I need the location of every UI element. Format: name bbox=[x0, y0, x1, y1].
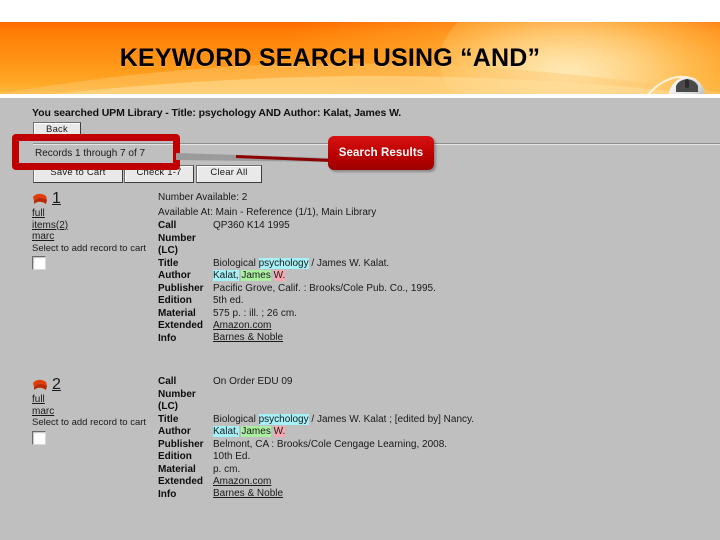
field-call-number-lc: Call Number (LC) QP360 K14 1995 bbox=[158, 220, 698, 258]
field-value: Amazon.com Barnes & Noble bbox=[213, 476, 698, 499]
field-label: Publisher bbox=[158, 438, 204, 450]
keyword-highlight-author-initial: W. bbox=[273, 426, 286, 437]
field-publisher: Publisher Belmont, CA : Brooks/Cole Cenga… bbox=[158, 439, 698, 452]
keyword-highlight-author-initial: W. bbox=[273, 270, 286, 281]
field-value: Amazon.com Barnes & Noble bbox=[213, 320, 698, 343]
title-text-post: / James W. Kalat ; [edited by] Nancy. bbox=[308, 413, 475, 425]
extended-info-barnes-link[interactable]: Barnes & Noble bbox=[213, 332, 283, 343]
field-author: Author Kalat, James W. bbox=[158, 426, 698, 439]
book-icon bbox=[33, 193, 47, 204]
field-label: Material bbox=[158, 463, 196, 475]
field-author: Author Kalat, James W. bbox=[158, 270, 698, 283]
field-label: Call Number (LC) bbox=[158, 220, 196, 256]
clear-all-button[interactable]: Clear All bbox=[196, 165, 262, 183]
keyword-highlight-author-first: James bbox=[241, 270, 271, 281]
keyword-highlight-author-first: James bbox=[241, 426, 271, 437]
field-value: p. cm. bbox=[213, 463, 241, 475]
field-edition: Edition 5th ed. bbox=[158, 295, 698, 308]
field-title: Title Biological psychology / James W. Ka… bbox=[158, 413, 698, 427]
record-link-full[interactable]: full bbox=[32, 394, 164, 406]
select-to-add-label: Select to add record to cart bbox=[32, 417, 147, 428]
search-summary: You searched UPM Library - Title: psycho… bbox=[32, 107, 402, 119]
field-label: Title bbox=[158, 257, 179, 269]
record-link-full[interactable]: full bbox=[32, 208, 164, 220]
field-extended-info: Extended Info Amazon.com Barnes & Noble bbox=[158, 476, 698, 501]
field-label: Author bbox=[158, 270, 191, 281]
extended-info-barnes-link[interactable]: Barnes & Noble bbox=[213, 488, 283, 499]
page-title: KEYWORD SEARCH USING “AND” bbox=[119, 43, 541, 72]
field-publisher: Publisher Pacific Grove, Calif. : Brooks/… bbox=[158, 283, 698, 296]
field-label: Extended Info bbox=[158, 476, 204, 500]
title-text-post: / James W. Kalat. bbox=[308, 257, 390, 269]
record-link-items-2-[interactable]: items(2) bbox=[32, 220, 164, 232]
field-label: Extended Info bbox=[158, 320, 204, 344]
field-value: 575 p. : ill. ; 26 cm. bbox=[213, 307, 297, 319]
keyword-highlight-title: psychology bbox=[258, 413, 309, 425]
record-select-checkbox[interactable] bbox=[32, 430, 46, 445]
field-label: Call Number (LC) bbox=[158, 376, 196, 412]
slide-canvas: KEYWORD SEARCH USING “AND” You searched … bbox=[0, 0, 720, 540]
field-title: Title Biological psychology / James W. Ka… bbox=[158, 257, 698, 271]
search-results-callout: Search Results bbox=[328, 136, 434, 170]
title-text-pre: Biological bbox=[213, 257, 259, 269]
select-to-add-label: Select to add record to cart bbox=[32, 242, 147, 254]
book-icon bbox=[33, 379, 47, 390]
field-extended-info: Extended Info Amazon.com Barnes & Noble bbox=[158, 320, 698, 345]
keyword-highlight-author-last: Kalat, bbox=[213, 270, 239, 281]
record-left-column: 2 full marc Select to add record to cart bbox=[32, 376, 164, 445]
field-value: 10th Ed. bbox=[213, 451, 251, 462]
field-value: QP360 K14 1995 bbox=[213, 220, 290, 231]
callout-tail bbox=[176, 153, 332, 162]
record-number-row: 1 bbox=[32, 190, 164, 208]
record-select-checkbox[interactable] bbox=[32, 256, 46, 270]
records-count-highlight-box bbox=[12, 134, 180, 170]
field-material: Material p. cm. bbox=[158, 464, 698, 477]
record-detail-column: Number Available: 2 Available At: Main - … bbox=[158, 190, 698, 345]
record-link-marc[interactable]: marc bbox=[32, 231, 164, 243]
field-value: 5th ed. bbox=[213, 295, 244, 306]
title-text-pre: Biological bbox=[213, 413, 259, 425]
field-value: On Order EDU 09 bbox=[213, 376, 293, 387]
record-number-link[interactable]: 2 bbox=[52, 377, 61, 393]
record-left-column: 1 full items(2) marc Select to add record to… bbox=[32, 190, 164, 270]
record-number-link[interactable]: 1 bbox=[52, 191, 61, 207]
field-value: Pacific Grove, Calif. : Brooks/Cole Pub.… bbox=[213, 282, 436, 294]
field-label: Edition bbox=[158, 451, 192, 462]
field-label: Edition bbox=[158, 295, 192, 306]
field-label: Material bbox=[158, 307, 196, 319]
field-label: Title bbox=[158, 413, 179, 425]
field-material: Material 575 p. : ill. ; 26 cm. bbox=[158, 308, 698, 321]
field-value: Biological psychology / James W. Kalat ;… bbox=[213, 413, 698, 427]
field-call-number-lc: Call Number (LC) On Order EDU 09 bbox=[158, 376, 698, 414]
title-banner: KEYWORD SEARCH USING “AND” bbox=[0, 22, 720, 94]
record-link-marc[interactable]: marc bbox=[32, 406, 164, 418]
record-number-row: 2 bbox=[32, 376, 164, 394]
record-detail-column: Call Number (LC) On Order EDU 09 Title Biol… bbox=[158, 376, 698, 501]
field-value: Kalat, James W. bbox=[213, 270, 698, 283]
keyword-highlight-author-last: Kalat, bbox=[213, 426, 239, 437]
extended-info-amazon-link[interactable]: Amazon.com bbox=[213, 476, 271, 487]
field-value: Kalat, James W. bbox=[213, 426, 698, 439]
extended-info-amazon-link[interactable]: Amazon.com bbox=[213, 320, 271, 331]
number-available-text: Number Available: 2 bbox=[158, 192, 248, 203]
field-label: Publisher bbox=[158, 282, 204, 294]
computer-mouse-icon bbox=[647, 75, 705, 94]
field-value: Biological psychology / James W. Kalat. bbox=[213, 257, 698, 271]
field-edition: Edition 10th Ed. bbox=[158, 451, 698, 464]
field-label: Author bbox=[158, 426, 191, 437]
keyword-highlight-title: psychology bbox=[258, 257, 309, 269]
available-at-text: Available At: Main - Reference (1/1), Ma… bbox=[158, 207, 377, 218]
field-value: Belmont, CA : Brooks/Cole Cengage Learni… bbox=[213, 438, 448, 450]
